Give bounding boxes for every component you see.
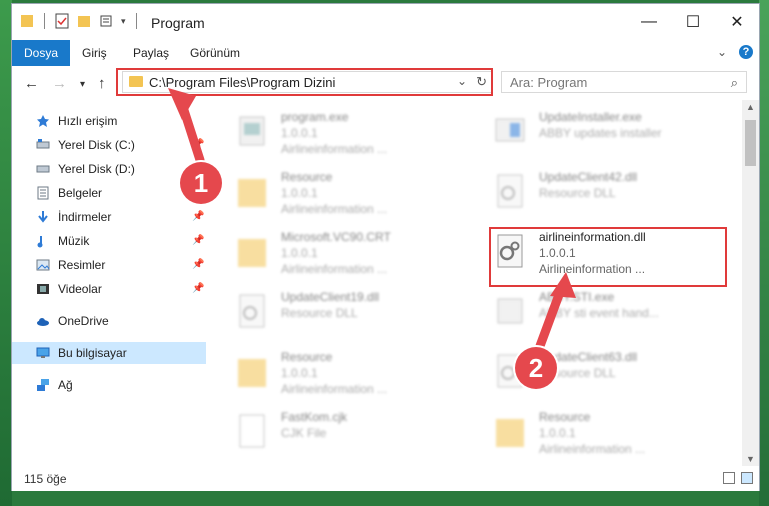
step-badge-1: 1 — [180, 162, 222, 204]
arrow-2-head — [550, 272, 576, 298]
annotation-overlay — [168, 88, 576, 351]
step-badge-2: 2 — [515, 347, 557, 389]
arrow-2 — [535, 287, 565, 351]
arrow-1-head — [168, 88, 196, 120]
